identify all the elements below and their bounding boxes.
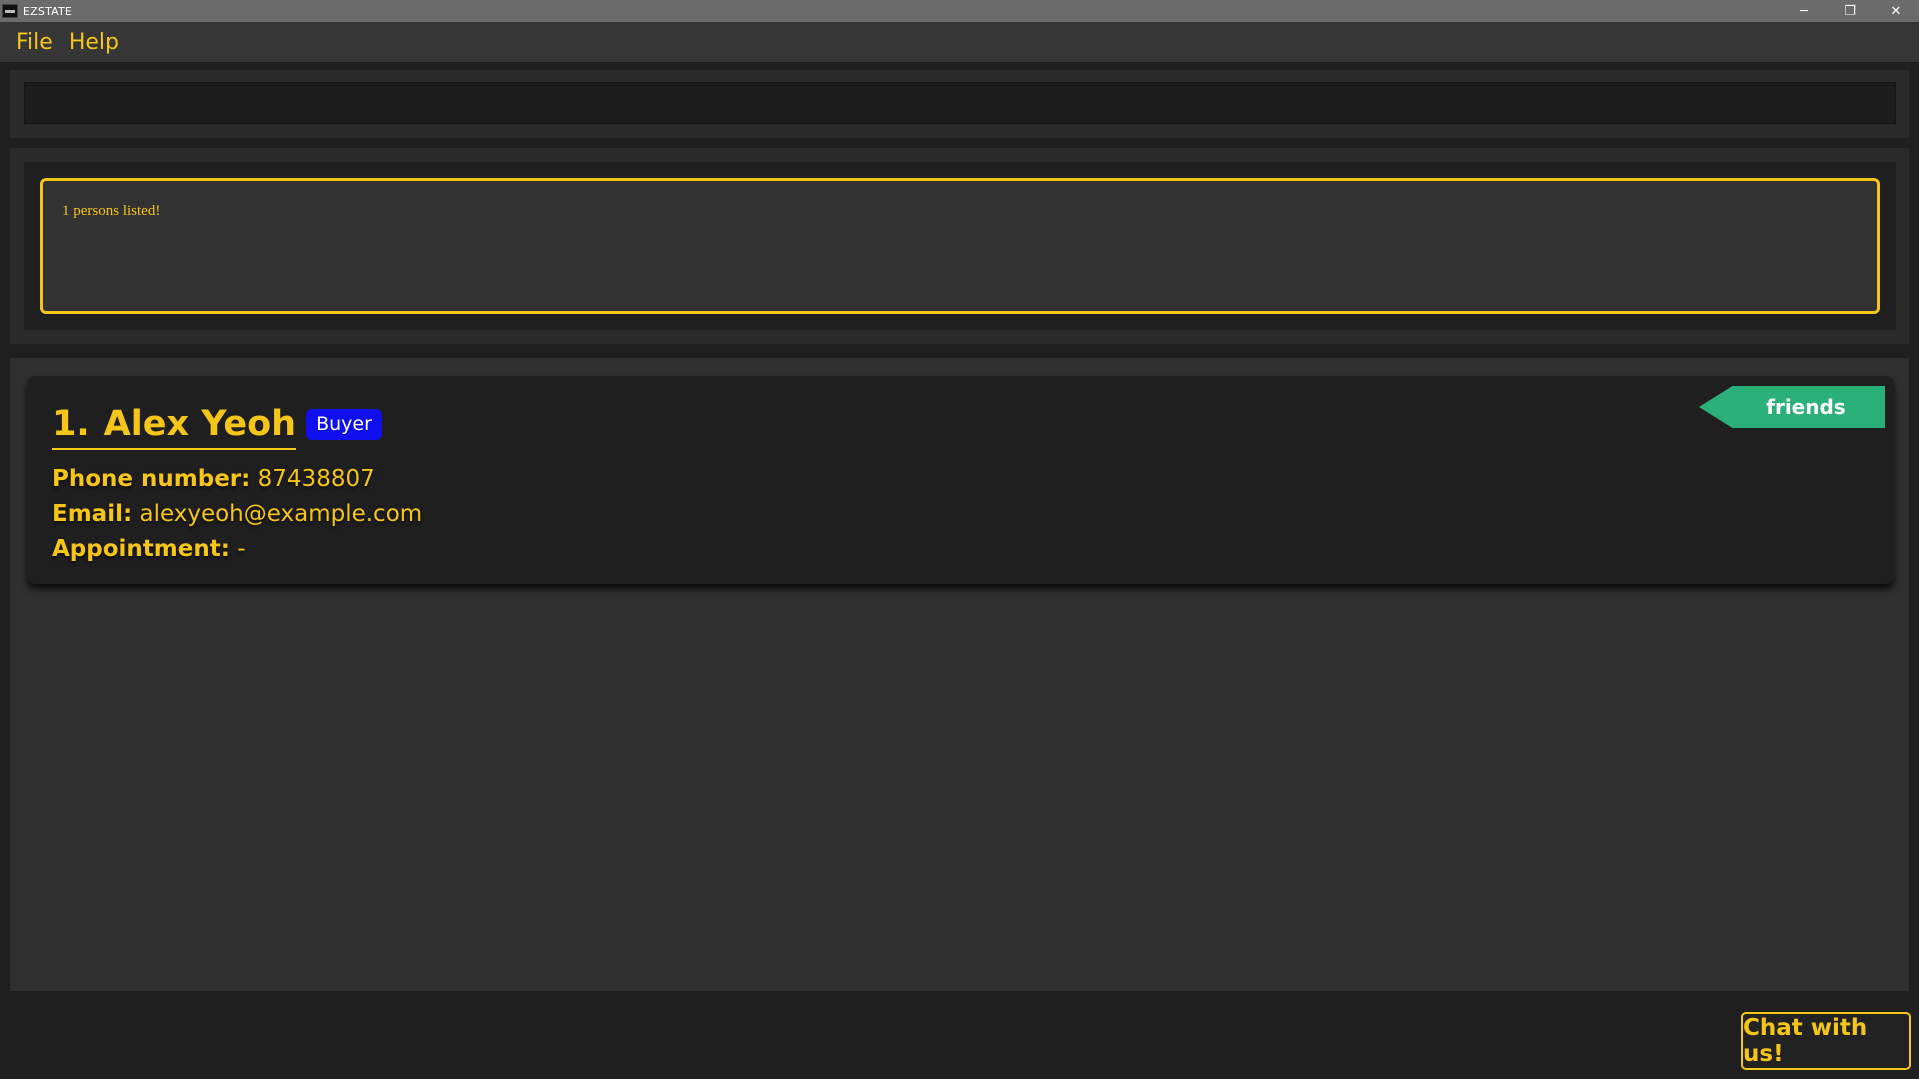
phone-value: 87438807 <box>257 466 375 492</box>
person-email: Email: alexyeoh@example.com <box>52 501 422 527</box>
result-display-container: 1 persons listed! <box>24 162 1896 330</box>
person-card[interactable]: 1. Alex Yeoh Buyer Phone number: 8743880… <box>27 376 1894 584</box>
app-icon <box>2 4 18 18</box>
close-icon[interactable]: ✕ <box>1873 0 1919 22</box>
person-header: 1. Alex Yeoh Buyer <box>52 404 382 450</box>
person-phone: Phone number: 87438807 <box>52 466 375 492</box>
window-controls: ─ ❐ ✕ <box>1781 0 1919 22</box>
person-name-block: 1. Alex Yeoh <box>52 404 297 450</box>
result-message: 1 persons listed! <box>62 203 161 219</box>
menu-file[interactable]: File <box>8 30 61 55</box>
minimize-icon[interactable]: ─ <box>1781 0 1827 22</box>
appointment-value: - <box>237 536 246 562</box>
result-display[interactable]: 1 persons listed! <box>40 178 1880 314</box>
result-display-pane: 1 persons listed! <box>10 148 1909 344</box>
person-name: Alex Yeoh <box>103 404 297 444</box>
chat-button[interactable]: Chat with us! <box>1741 1012 1911 1070</box>
email-value: alexyeoh@example.com <box>139 501 423 527</box>
window-title: EZSTATE <box>23 4 73 18</box>
restore-icon[interactable]: ❐ <box>1827 0 1873 22</box>
command-box-pane <box>10 70 1909 138</box>
person-type-badge: Buyer <box>306 408 382 440</box>
person-list[interactable]: 1. Alex Yeoh Buyer Phone number: 8743880… <box>10 358 1909 991</box>
command-input[interactable] <box>24 82 1896 124</box>
appointment-label: Appointment: <box>52 536 230 562</box>
menu-help[interactable]: Help <box>61 30 127 55</box>
person-index: 1. <box>52 404 90 444</box>
title-bar: EZSTATE ─ ❐ ✕ <box>0 0 1919 22</box>
tag-friends: friends <box>1699 386 1885 428</box>
email-label: Email: <box>52 501 133 527</box>
person-appointment: Appointment: - <box>52 536 246 562</box>
menu-bar: File Help <box>0 22 1919 62</box>
phone-label: Phone number: <box>52 466 251 492</box>
